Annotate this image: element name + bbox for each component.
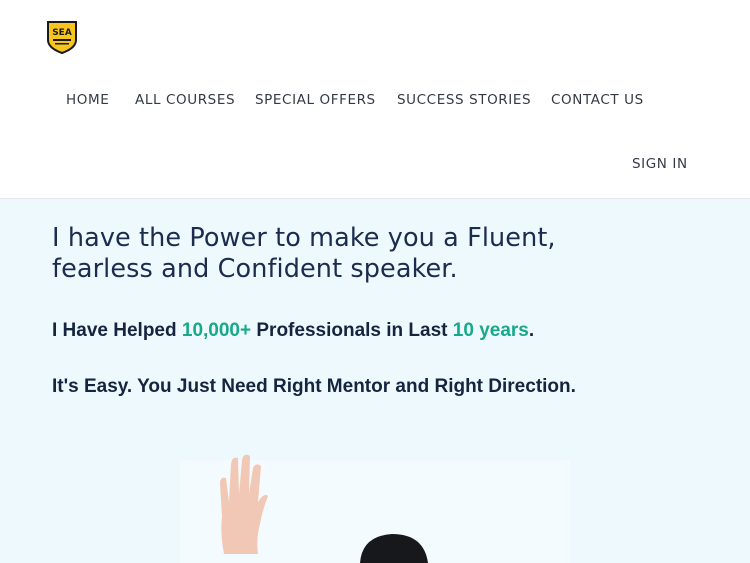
hero-section: I have the Power to make you a Fluent, f…	[0, 199, 750, 563]
hero-headline: I have the Power to make you a Fluent, f…	[52, 223, 712, 285]
stat-text-b: Professionals in Last	[251, 320, 453, 341]
main-nav: HOME ALL COURSES SPECIAL OFFERS SUCCESS …	[0, 88, 750, 112]
mentor-photo	[180, 454, 570, 563]
stat-text-c: .	[528, 320, 535, 341]
hero-headline-line-1: I have the Power to make you a Fluent,	[52, 223, 556, 253]
nav-all-courses-link[interactable]: ALL COURSES	[135, 88, 235, 112]
hero-stat-line: I Have Helped 10,000+ Professionals in L…	[52, 320, 534, 342]
stat-count: 10,000+	[181, 320, 252, 341]
nav-contact-us-link[interactable]: CONTACT US	[551, 88, 644, 112]
hero-headline-line-2: fearless and Confident speaker.	[52, 254, 458, 284]
stat-text-a: I Have Helped	[52, 320, 182, 341]
nav-success-stories-link[interactable]: SUCCESS STORIES	[397, 88, 531, 112]
nav-special-offers-link[interactable]: SPECIAL OFFERS	[255, 88, 376, 112]
hero-tagline: It's Easy. You Just Need Right Mentor an…	[52, 376, 576, 397]
logo-text: SEA	[52, 28, 72, 38]
shield-logo-icon[interactable]: SEA	[46, 20, 78, 54]
stat-years: 10 years	[452, 320, 529, 341]
nav-home-link[interactable]: HOME	[66, 88, 109, 112]
site-header: SEA HOME ALL COURSES SPECIAL OFFERS SUCC…	[0, 0, 750, 199]
sign-in-link[interactable]: SIGN IN	[632, 153, 688, 175]
